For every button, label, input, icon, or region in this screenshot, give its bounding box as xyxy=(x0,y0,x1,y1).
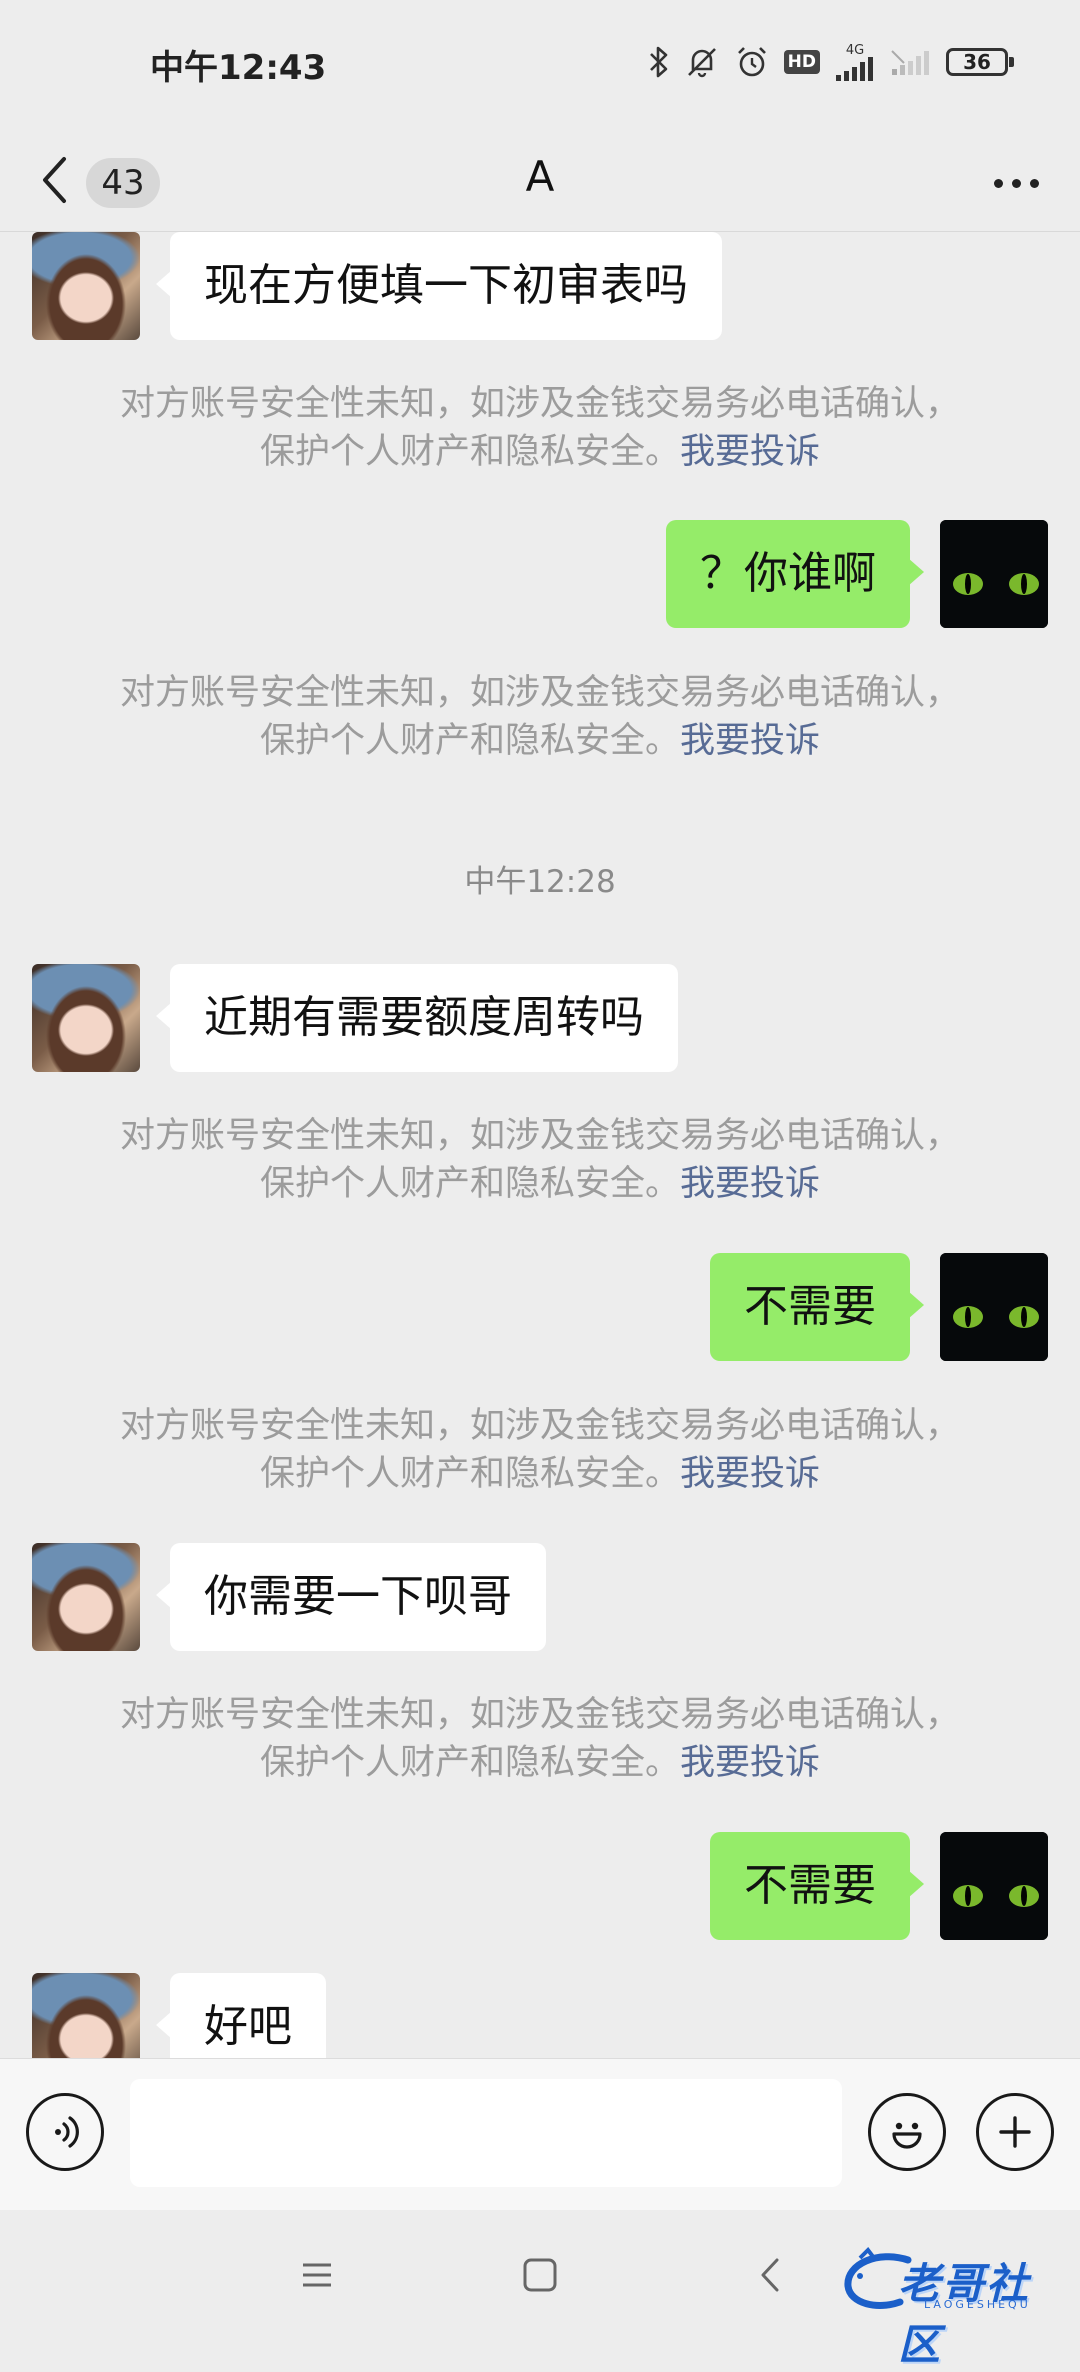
received-message-bubble[interactable]: 近期有需要额度周转吗 xyxy=(156,964,678,1072)
report-link[interactable]: 我要投诉 xyxy=(680,1164,820,1204)
network-type-label: 4G xyxy=(845,42,865,58)
system-back-button[interactable] xyxy=(745,2250,795,2300)
sent-message-bubble[interactable]: 不需要 xyxy=(710,1253,924,1361)
security-notice-line1: 对方账号安全性未知，如涉及金钱交易务必电话确认， xyxy=(119,384,960,424)
security-notice-line2: 保护个人财产和隐私安全。 xyxy=(259,1454,680,1494)
report-link[interactable]: 我要投诉 xyxy=(680,1743,820,1783)
watermark-subtext: LAOGESHEQU xyxy=(924,2298,1031,2311)
home-square-icon xyxy=(523,2258,557,2292)
security-notice: 对方账号安全性未知，如涉及金钱交易务必电话确认， 保护个人财产和隐私安全。我要投… xyxy=(60,669,1020,765)
contact-avatar[interactable] xyxy=(32,232,140,340)
time-divider: 中午12:28 xyxy=(464,864,616,900)
recent-apps-button[interactable] xyxy=(292,2250,342,2300)
menu-icon xyxy=(303,2263,331,2287)
status-time: 中午12:43 xyxy=(150,48,327,88)
received-message-bubble[interactable]: 你需要一下呗哥 xyxy=(156,1543,546,1651)
more-options-button[interactable] xyxy=(986,158,1046,208)
chevron-left-icon xyxy=(43,157,66,203)
plus-icon xyxy=(999,2116,1031,2148)
sent-message-bubble[interactable]: ？你谁啊 xyxy=(666,520,924,628)
more-dot-icon xyxy=(993,178,1003,188)
voice-icon xyxy=(55,2116,79,2148)
report-link[interactable]: 我要投诉 xyxy=(680,721,820,761)
security-notice-line1: 对方账号安全性未知，如涉及金钱交易务必电话确认， xyxy=(119,673,960,713)
my-avatar[interactable] xyxy=(940,1832,1048,1940)
watermark-text: 老哥社区 xyxy=(898,2259,1031,2369)
security-notice-line2: 保护个人财产和隐私安全。 xyxy=(259,1743,680,1783)
report-link[interactable]: 我要投诉 xyxy=(680,1454,820,1494)
security-notice-line2: 保护个人财产和隐私安全。 xyxy=(259,1164,680,1204)
alarm-icon xyxy=(734,44,770,80)
home-button[interactable] xyxy=(515,2250,565,2300)
chat-header: 43 A xyxy=(0,128,1080,232)
emoji-button[interactable] xyxy=(868,2093,946,2171)
sent-message-bubble[interactable]: 不需要 xyxy=(710,1832,924,1940)
more-dot-icon xyxy=(1029,178,1039,188)
cat-eyes-image xyxy=(940,1253,1048,1361)
signal-4g-icon: 4G xyxy=(834,44,876,81)
voice-input-button[interactable] xyxy=(26,2093,104,2171)
cat-eyes-image xyxy=(940,1832,1048,1940)
my-avatar[interactable] xyxy=(940,1253,1048,1361)
security-notice-line1: 对方账号安全性未知，如涉及金钱交易务必电话确认， xyxy=(119,1695,960,1735)
security-notice-line1: 对方账号安全性未知，如涉及金钱交易务必电话确认， xyxy=(119,1116,960,1156)
signal-weak-icon xyxy=(890,49,932,75)
bluetooth-icon xyxy=(648,45,670,79)
message-input[interactable] xyxy=(130,2079,842,2187)
unread-count-badge[interactable]: 43 xyxy=(86,158,160,208)
security-notice: 对方账号安全性未知，如涉及金钱交易务必电话确认， 保护个人财产和隐私安全。我要投… xyxy=(60,1691,1020,1787)
received-message-bubble[interactable]: 好吧 xyxy=(156,1973,326,2058)
emoji-icon xyxy=(892,2122,922,2149)
security-notice-line2: 保护个人财产和隐私安全。 xyxy=(259,432,680,472)
my-avatar[interactable] xyxy=(940,520,1048,628)
input-bar xyxy=(0,2058,1080,2210)
contact-avatar[interactable] xyxy=(32,1543,140,1651)
report-link[interactable]: 我要投诉 xyxy=(680,432,820,472)
security-notice-line2: 保护个人财产和隐私安全。 xyxy=(259,721,680,761)
chat-title: A xyxy=(525,152,555,201)
contact-avatar[interactable] xyxy=(32,1973,140,2058)
security-notice: 对方账号安全性未知，如涉及金钱交易务必电话确认， 保护个人财产和隐私安全。我要投… xyxy=(60,1402,1020,1498)
battery-icon: 36 xyxy=(946,48,1014,76)
watermark-logo: 老哥社区 LAOGESHEQU xyxy=(838,2246,1068,2369)
system-nav-bar: 老哥社区 LAOGESHEQU xyxy=(0,2210,1080,2369)
more-functions-button[interactable] xyxy=(976,2093,1054,2171)
mute-icon xyxy=(684,44,720,80)
contact-avatar[interactable] xyxy=(32,964,140,1072)
security-notice-line1: 对方账号安全性未知，如涉及金钱交易务必电话确认， xyxy=(119,1406,960,1446)
cat-eyes-image xyxy=(940,520,1048,628)
more-dot-icon xyxy=(1011,178,1021,188)
security-notice: 对方账号安全性未知，如涉及金钱交易务必电话确认， 保护个人财产和隐私安全。我要投… xyxy=(60,380,1020,476)
chat-messages[interactable]: 现在方便填一下初审表吗 对方账号安全性未知，如涉及金钱交易务必电话确认， 保护个… xyxy=(0,232,1080,2058)
received-message-bubble[interactable]: 现在方便填一下初审表吗 xyxy=(156,232,722,340)
hd-voice-badge: HD xyxy=(783,50,820,74)
back-button[interactable] xyxy=(40,150,80,210)
back-triangle-icon xyxy=(761,2258,779,2292)
security-notice: 对方账号安全性未知，如涉及金钱交易务必电话确认， 保护个人财产和隐私安全。我要投… xyxy=(60,1112,1020,1208)
status-bar: 中午12:43 HD 4G 36 xyxy=(0,0,1080,128)
status-icons: HD 4G 36 xyxy=(648,40,1014,84)
